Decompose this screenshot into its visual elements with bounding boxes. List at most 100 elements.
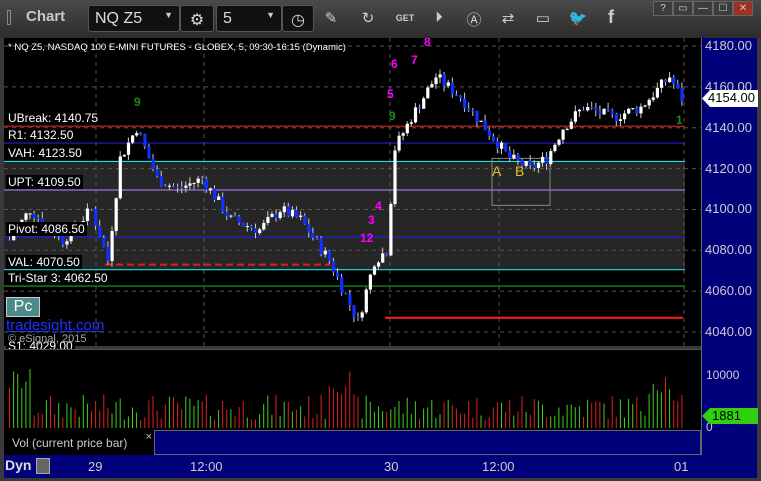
candle bbox=[336, 272, 340, 277]
price-axis[interactable]: 4180.00 4160.00 4140.00 4120.00 4100.00 4080.… bbox=[701, 38, 758, 455]
interval-clock-button[interactable]: ◷ bbox=[282, 5, 314, 32]
candle bbox=[131, 135, 135, 143]
refresh-icon[interactable]: ↻ bbox=[357, 9, 379, 27]
level-label: VAL: 4070.50 bbox=[6, 254, 82, 269]
candle bbox=[467, 108, 471, 111]
time-tick: 29 bbox=[88, 459, 103, 474]
layout-button[interactable]: ▭ bbox=[673, 1, 693, 16]
candle bbox=[356, 317, 360, 319]
candle bbox=[655, 87, 659, 98]
candle bbox=[213, 188, 217, 200]
candle bbox=[167, 185, 172, 187]
close-study-icon[interactable]: × bbox=[146, 431, 152, 443]
candle bbox=[241, 222, 245, 227]
candle bbox=[627, 108, 631, 114]
candle bbox=[65, 241, 69, 245]
value-area-shading bbox=[4, 161, 685, 270]
candle bbox=[135, 133, 139, 136]
twitter-icon[interactable]: 🐦 bbox=[567, 9, 589, 27]
candle bbox=[377, 262, 381, 267]
candle bbox=[528, 161, 532, 165]
candle bbox=[430, 84, 434, 88]
sequence-count: 12 bbox=[360, 231, 374, 245]
pencil-icon[interactable]: ✎ bbox=[320, 9, 342, 27]
volume-study-label: Vol (current price bar) × bbox=[4, 430, 154, 455]
candle bbox=[618, 119, 623, 121]
candle bbox=[303, 215, 307, 225]
candle bbox=[340, 276, 344, 293]
sequence-count: 5 bbox=[387, 87, 394, 101]
candle bbox=[647, 99, 651, 106]
candle bbox=[631, 108, 635, 110]
sequence-count: 3 bbox=[368, 213, 375, 227]
chart-header: * NQ Z5, NASDAQ 100 E-MINI FUTURES - GLO… bbox=[8, 42, 346, 53]
candle bbox=[454, 94, 459, 96]
candle bbox=[381, 253, 385, 263]
candle bbox=[36, 217, 40, 219]
chat-icon[interactable]: ▭ bbox=[532, 9, 554, 27]
close-button[interactable]: ✕ bbox=[733, 1, 753, 16]
candle bbox=[405, 123, 409, 134]
time-axis[interactable]: Dyn 29 12:00 30 12:00 01 bbox=[4, 455, 757, 478]
lock-icon[interactable] bbox=[36, 458, 50, 474]
alert-icon[interactable]: Ⓐ bbox=[463, 9, 485, 30]
candle bbox=[491, 136, 495, 141]
candle bbox=[364, 289, 368, 313]
candle bbox=[512, 154, 516, 159]
pc-button[interactable]: Pc bbox=[6, 297, 40, 317]
title-bar: Chart NQ Z5 ▼ ⚙ 5 ▼ ◷ ✎ ↻ GET ⏵ Ⓐ ⇄ ▭ 🐦 f … bbox=[0, 0, 761, 38]
volume-panel[interactable] bbox=[4, 349, 701, 430]
candle bbox=[545, 156, 549, 164]
candle bbox=[516, 154, 520, 161]
candle bbox=[331, 260, 336, 273]
price-tick: 4140.00 bbox=[705, 119, 752, 135]
tradesight-link[interactable]: tradesight.com bbox=[6, 317, 104, 334]
symbol-settings-button[interactable]: ⚙ bbox=[180, 5, 214, 32]
candle bbox=[446, 82, 450, 86]
interval-value: 5 bbox=[223, 10, 232, 27]
get-icon[interactable]: GET bbox=[394, 13, 416, 23]
time-tick: 30 bbox=[384, 459, 399, 474]
candle bbox=[315, 237, 319, 239]
play-icon[interactable]: ⏵ bbox=[428, 9, 450, 26]
candle bbox=[102, 237, 106, 247]
candle bbox=[106, 246, 110, 262]
candle bbox=[368, 274, 372, 290]
current-volume-marker: 1881 bbox=[702, 408, 758, 424]
candle bbox=[664, 79, 668, 83]
candle bbox=[327, 250, 331, 261]
candle bbox=[565, 128, 569, 130]
price-tick: 4180.00 bbox=[705, 38, 752, 53]
candle bbox=[536, 162, 541, 168]
interval-select[interactable]: 5 ▼ bbox=[216, 5, 282, 32]
drag-grip-icon[interactable] bbox=[7, 10, 11, 25]
candle bbox=[225, 211, 229, 217]
level-label: R1: 4132.50 bbox=[6, 128, 76, 143]
candle bbox=[258, 229, 262, 233]
candle bbox=[651, 97, 655, 100]
maximize-button[interactable]: ☐ bbox=[713, 1, 733, 16]
candle bbox=[295, 209, 299, 217]
candle bbox=[602, 108, 606, 115]
candle bbox=[139, 133, 143, 135]
window-title: Chart bbox=[26, 8, 66, 25]
candle bbox=[147, 146, 151, 159]
candle bbox=[98, 225, 102, 238]
facebook-icon[interactable]: f bbox=[600, 7, 622, 28]
help-button[interactable]: ? bbox=[653, 1, 673, 16]
price-chart[interactable]: 6 5 7 8 4 3 12 9 1 9 * NQ Z5, NASDAQ 100 E-MINI F… bbox=[4, 35, 701, 356]
time-tick: 01 bbox=[674, 459, 689, 474]
candle bbox=[204, 178, 208, 191]
minimize-button[interactable]: — bbox=[693, 1, 713, 16]
symbol-select[interactable]: NQ Z5 ▼ bbox=[88, 5, 180, 32]
copyright-text: © eSignal, 2015 bbox=[8, 333, 87, 345]
level-label: Pivot: 4086.50 bbox=[6, 222, 87, 237]
sequence-count: 4 bbox=[375, 199, 382, 213]
candle bbox=[557, 139, 561, 145]
candle bbox=[614, 114, 618, 121]
settings-gear-icon: ⚙ bbox=[189, 12, 205, 29]
candle bbox=[508, 150, 512, 159]
price-tick: 4040.00 bbox=[705, 324, 752, 340]
link-icon[interactable]: ⇄ bbox=[497, 9, 519, 27]
candle bbox=[323, 250, 327, 255]
